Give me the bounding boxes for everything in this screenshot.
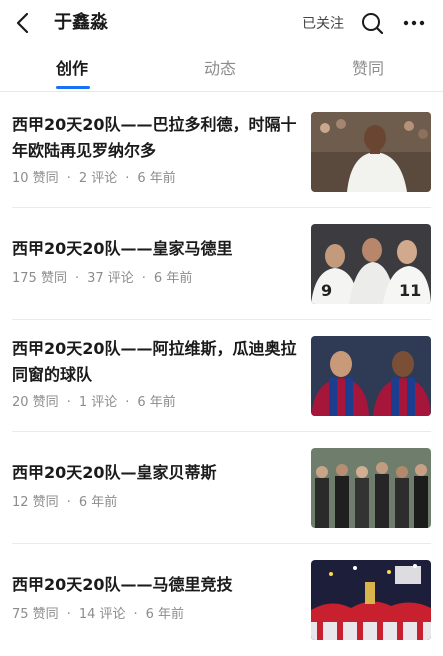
article-meta: 20 赞同 · 1 评论 · 6 年前 <box>12 395 176 410</box>
tab-upvotes[interactable]: 赞同 <box>352 58 384 80</box>
article-title: 西甲20天20队——巴拉多利德，时隔十年欧陆再见罗纳尔多 <box>12 115 297 160</box>
like-count: 20 赞同 <box>12 395 59 410</box>
article-title: 西甲20天20队—皇家贝蒂斯 <box>12 463 217 482</box>
article-meta: 10 赞同 · 2 评论 · 6 年前 <box>12 171 176 186</box>
comment-count: 2 评论 <box>78 171 118 186</box>
like-count: 75 赞同 <box>12 607 59 622</box>
comment-count: 1 评论 <box>78 395 118 410</box>
page-title: 于鑫淼 <box>54 12 108 33</box>
article-card[interactable]: 西甲20天20队——皇家马德里 175 赞同 · 37 评论 · 6 年前 9 11 <box>0 208 443 320</box>
tab-activity[interactable]: 动态 <box>204 58 236 80</box>
post-time: 6 年前 <box>78 495 118 510</box>
article-card[interactable]: 西甲20天20队—皇家贝蒂斯 12 赞同 · 6 年前 <box>0 432 443 544</box>
article-meta: 12 赞同 · 6 年前 <box>12 495 118 510</box>
post-time: 6 年前 <box>153 271 193 286</box>
article-thumbnail <box>311 336 431 416</box>
like-count: 12 赞同 <box>12 495 59 510</box>
svg-text:11: 11 <box>399 281 421 300</box>
comment-count: 14 评论 <box>78 607 126 622</box>
more-dots-icon[interactable] <box>402 12 426 34</box>
article-meta: 75 赞同 · 14 评论 · 6 年前 <box>12 607 185 622</box>
article-thumbnail: 9 11 <box>311 224 431 304</box>
like-count: 175 赞同 <box>12 271 67 286</box>
active-tab-indicator <box>56 86 90 89</box>
post-time: 6 年前 <box>145 607 185 622</box>
search-icon[interactable] <box>360 10 384 36</box>
article-card[interactable]: 西甲20天20队——马德里竞技 75 赞同 · 14 评论 · 6 年前 <box>0 544 443 656</box>
post-time: 6 年前 <box>137 171 176 186</box>
back-arrow-icon[interactable] <box>12 10 36 36</box>
article-meta: 175 赞同 · 37 评论 · 6 年前 <box>12 271 193 286</box>
article-thumbnail <box>311 560 431 640</box>
svg-text:9: 9 <box>321 281 332 300</box>
top-bar: 于鑫淼 已关注 <box>0 0 443 48</box>
article-title: 西甲20天20队——阿拉维斯，瓜迪奥拉同窗的球队 <box>12 339 297 384</box>
article-title: 西甲20天20队——马德里竞技 <box>12 575 233 594</box>
article-card[interactable]: 西甲20天20队——巴拉多利德，时隔十年欧陆再见罗纳尔多 10 赞同 · 2 评论 ·… <box>0 96 443 208</box>
like-count: 10 赞同 <box>12 171 59 186</box>
article-card[interactable]: 西甲20天20队——阿拉维斯，瓜迪奥拉同窗的球队 20 赞同 · 1 评论 · 6 年前 <box>0 320 443 432</box>
article-thumbnail <box>311 448 431 528</box>
tab-creations[interactable]: 创作 <box>56 58 88 80</box>
comment-count: 37 评论 <box>87 271 134 286</box>
article-title: 西甲20天20队——皇家马德里 <box>12 239 233 258</box>
follow-status-button[interactable]: 已关注 <box>302 14 344 34</box>
post-time: 6 年前 <box>137 395 176 410</box>
article-thumbnail <box>311 112 431 192</box>
